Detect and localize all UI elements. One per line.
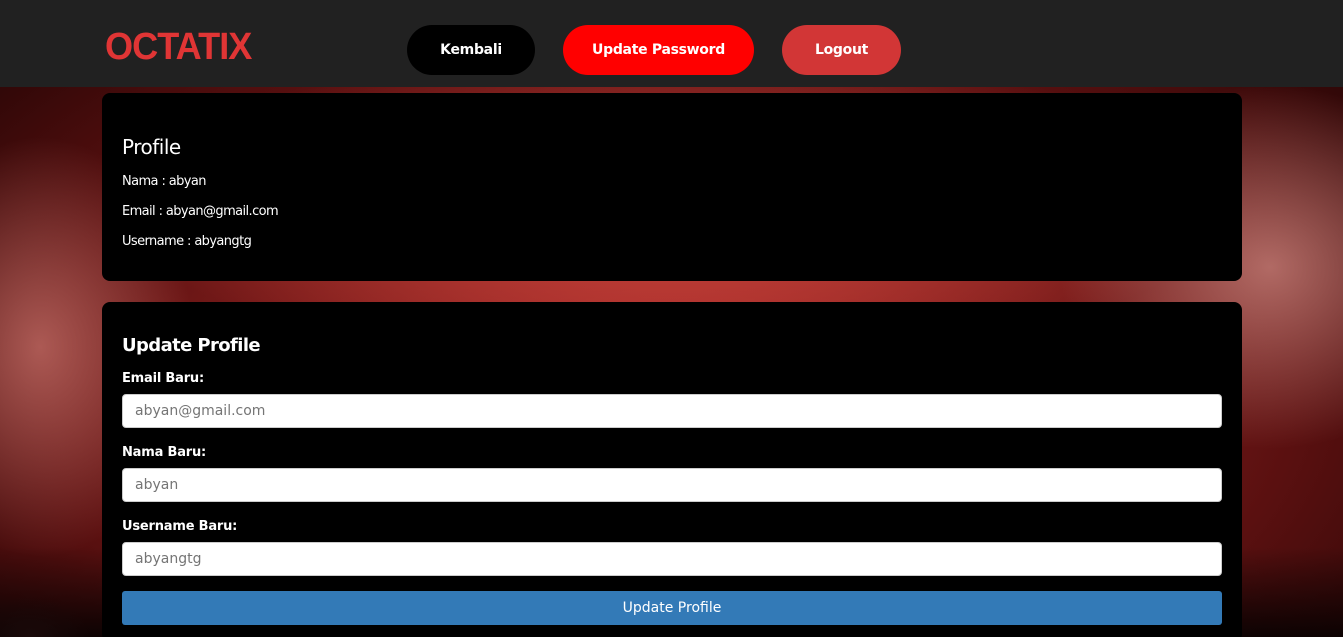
logout-button[interactable]: Logout (782, 25, 901, 75)
profile-email: Email : abyan@gmail.com (122, 204, 279, 219)
update-profile-form: Update Profile Email Baru: Nama Baru: Us… (102, 302, 1242, 637)
update-password-button[interactable]: Update Password (563, 25, 754, 75)
profile-username: Username : abyangtg (122, 234, 252, 249)
nama-label: Nama Baru: (122, 445, 207, 460)
octatix-logo[interactable]: OCTATIX (105, 26, 252, 69)
profile-card: Profile Nama : abyan Email : abyan@gmail… (102, 93, 1242, 281)
username-label: Username Baru: (122, 519, 238, 534)
back-button[interactable]: Kembali (407, 25, 535, 75)
top-navbar: OCTATIX Kembali Update Password Logout (0, 0, 1343, 87)
profile-nama: Nama : abyan (122, 174, 206, 189)
nama-field[interactable] (122, 468, 1222, 502)
update-profile-button[interactable]: Update Profile (122, 591, 1222, 625)
profile-title: Profile (122, 135, 181, 159)
username-field[interactable] (122, 542, 1222, 576)
email-label: Email Baru: (122, 371, 204, 386)
email-field[interactable] (122, 394, 1222, 428)
update-profile-title: Update Profile (122, 335, 261, 356)
